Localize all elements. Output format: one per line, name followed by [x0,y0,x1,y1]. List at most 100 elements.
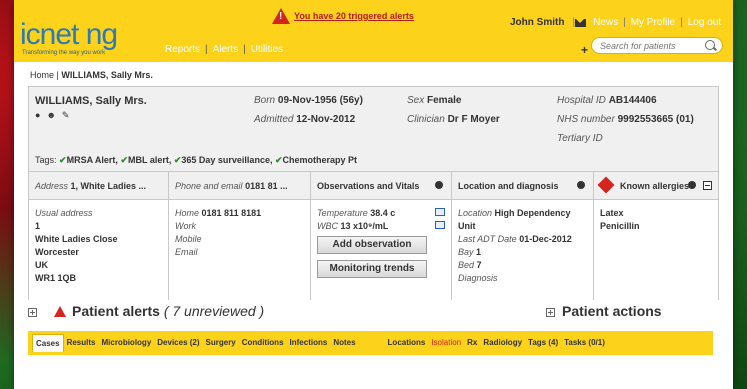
tab-conditions[interactable]: Conditions [239,334,287,352]
home-phone-value: 0181 811 8181 [201,208,262,218]
nhs-label: NHS number [557,114,615,125]
expand-alerts-icon[interactable] [28,308,37,317]
nhs-value: 9992553665 (01) [617,114,694,125]
address-head-label: Address [35,181,69,191]
born-field: Born 09-Nov-1956 (56y) [254,95,363,106]
observations-header[interactable]: Observations and Vitals [311,172,451,200]
tab-microbiology[interactable]: Microbiology [98,334,154,352]
address-header[interactable]: Address 1, White Ladies ... [29,172,168,200]
phone-header[interactable]: Phone and email 0181 81 ... [169,172,310,200]
bay-label: Bay [458,247,474,257]
tertiary-label: Tertiary ID [557,133,603,144]
allergies-header[interactable]: Known allergies [594,172,718,200]
tertiary-id-field: Tertiary ID [557,133,603,144]
check-icon: ✔ [274,155,283,165]
bay-value: 1 [476,247,482,257]
add-observation-button[interactable]: Add observation [317,236,427,254]
news-link[interactable]: News [588,17,623,28]
tab-locations[interactable]: Locations [385,334,429,352]
clinician-label: Clinician [407,114,445,125]
born-value: 09-Nov-1956 (56y) [277,95,363,106]
allergy-warning-icon [597,176,615,194]
tab-isolation[interactable]: Isolation [428,334,464,352]
tab-notes[interactable]: Notes [330,334,358,352]
check-icon: ✔ [120,155,128,165]
sex-value: Female [427,95,462,106]
tab-cases[interactable]: Cases [32,334,64,352]
triggered-alerts-link[interactable]: You have 20 triggered alerts [294,11,414,21]
tab-radiology[interactable]: Radiology [480,334,525,352]
main-nav: Reports | Alerts | Utilities [160,44,288,55]
log-out-link[interactable]: Log out [683,17,726,28]
collapse-icon[interactable] [703,181,712,190]
tab-infections[interactable]: Infections [287,334,331,352]
mail-icon[interactable] [575,18,587,27]
admitted-label: Admitted [254,114,294,125]
tags-label: Tags: [35,155,57,165]
info-icon[interactable] [688,181,696,189]
nav-alerts[interactable]: Alerts [208,44,244,55]
patient-alerts-heading[interactable]: Patient alerts ( 7 unreviewed ) [72,303,264,319]
edit-icon[interactable]: ✎ [62,110,70,121]
hospital-id-value: AB144406 [608,95,657,106]
nav-reports[interactable]: Reports [160,44,205,55]
tab-results[interactable]: Results [64,334,99,352]
patient-tags: Tags: ✔MRSA Alert, ✔MBL alert, ✔365 Day … [35,155,357,166]
person-icon[interactable]: ☻ [46,110,55,121]
tag-item[interactable]: 365 Day surveillance, [181,155,272,165]
address-line: Worcester [35,247,79,257]
adt-value: 01-Dec-2012 [519,234,572,244]
my-profile-link[interactable]: My Profile [626,17,680,28]
clock-icon[interactable]: ● [35,110,40,121]
patient-search-input[interactable] [591,37,723,54]
bed-label: Bed [458,260,475,270]
allergy-item: Latex [600,208,624,218]
patient-name: WILLIAMS, Sally Mrs. [35,95,147,107]
breadcrumb: Home | WILLIAMS, Sally Mrs. [30,70,153,80]
tab-rx[interactable]: Rx [464,334,480,352]
chart-icon[interactable] [435,208,445,216]
tab-surgery[interactable]: Surgery [203,334,239,352]
monitoring-trends-button[interactable]: Monitoring trends [317,260,427,278]
adt-label: Last ADT Date [458,234,517,244]
info-icon[interactable] [577,181,585,189]
nav-utilities[interactable]: Utilities [246,44,288,55]
breadcrumb-home[interactable]: Home [30,70,54,80]
location-header[interactable]: Location and diagnosis [452,172,593,200]
patient-summary-panel: WILLIAMS, Sally Mrs. ● ☻ ✎ Born 09-Nov-1… [28,86,719,300]
tab-tags[interactable]: Tags (4) [525,334,561,352]
born-label: Born [254,95,276,106]
triggered-alerts-banner[interactable]: You have 20 triggered alerts [272,8,414,24]
patient-actions-heading[interactable]: Patient actions [562,303,662,319]
tag-item[interactable]: Chemotherapy Pt [283,155,358,165]
logo: icnet ng [20,18,118,51]
search-icon[interactable] [705,40,715,50]
tab-devices[interactable]: Devices (2) [154,334,202,352]
tag-item[interactable]: MBL alert, [128,155,171,165]
warning-icon [272,8,290,24]
expand-actions-icon[interactable] [546,308,555,317]
address-line: 1 [35,221,41,231]
location-column: Location and diagnosis Location High Dep… [452,172,594,300]
allergies-column: Known allergies Latex Penicillin [594,172,718,300]
usual-address-label: Usual address [35,208,93,218]
temperature-value: 38.4 c [370,208,396,218]
sex-field: Sex Female [407,95,461,106]
info-icon[interactable] [435,181,443,189]
tab-tasks[interactable]: Tasks (0/1) [561,334,608,352]
address-head-value: 1, White Ladies ... [70,181,147,191]
work-phone-label: Work [175,221,196,231]
user-bar: John Smith | News | My Profile | Log out [510,17,726,28]
phone-head-label: Phone and email [175,181,243,191]
chart-icon[interactable] [435,221,445,229]
user-name: John Smith [510,17,565,28]
phone-column: Phone and email 0181 81 ... Home 0181 81… [169,172,311,300]
add-patient-icon[interactable]: + [581,43,588,57]
address-body: Usual address 1 White Ladies Close Worce… [29,200,168,285]
logo-tagline: Transforming the way you work [22,50,106,56]
location-head: Location and diagnosis [458,181,559,191]
tag-item[interactable]: MRSA Alert, [67,155,118,165]
observations-body: Temperature 38.4 c WBC 13 x10⁹/mL Add ob… [311,200,451,278]
home-phone-label: Home [175,208,200,218]
address-column: Address 1, White Ladies ... Usual addres… [29,172,169,300]
